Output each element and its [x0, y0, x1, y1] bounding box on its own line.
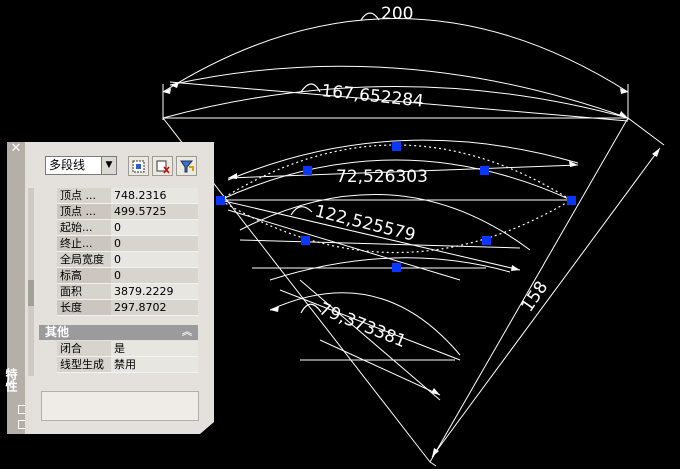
select-objects-button[interactable]: [152, 156, 173, 176]
property-row[interactable]: 标高 0: [57, 267, 198, 284]
grip-point[interactable]: [480, 166, 489, 175]
chevron-down-icon: ▼: [101, 157, 116, 174]
dim-text-aligned: 158: [518, 278, 553, 316]
object-type-dropdown[interactable]: 多段线 ▼: [45, 156, 117, 175]
property-row[interactable]: 顶点 ... 748.2316: [57, 188, 198, 204]
property-row[interactable]: 全局宽度 0: [57, 251, 198, 268]
misc-properties-table: 闭合是 线型生成 禁用: [57, 341, 198, 373]
grip-midpoint[interactable]: [392, 142, 401, 151]
grip-point[interactable]: [303, 166, 312, 175]
collapse-chevron-icon: ︽: [182, 327, 192, 338]
grip-vertex[interactable]: [216, 196, 225, 205]
quick-select-button[interactable]: [128, 156, 149, 176]
grip-point[interactable]: [482, 236, 491, 245]
dim-text-arc-top: 200: [381, 4, 413, 24]
geometry-properties-table: 顶点 ... 748.2316 顶点 ... 499.5725 起始... 0 终止.…: [57, 188, 198, 316]
grip-vertex[interactable]: [567, 196, 576, 205]
property-row[interactable]: 起始... 0: [57, 219, 198, 236]
object-type-value: 多段线: [49, 158, 86, 172]
property-row[interactable]: 终止... 0: [57, 235, 198, 252]
grip-midpoint[interactable]: [392, 263, 401, 272]
dim-line-158: [431, 147, 661, 458]
dim-arc-200: [162, 18, 629, 93]
property-row[interactable]: 顶点 ... 499.5725: [57, 203, 198, 220]
section-header-misc[interactable]: 其他 ︽: [39, 325, 198, 340]
property-row[interactable]: 面积 3879.2229: [57, 283, 198, 300]
description-box: [41, 391, 199, 421]
dim-text-arc-lower-left: 122,525579: [313, 201, 418, 245]
grip-point[interactable]: [301, 236, 310, 245]
palette-title: 特性: [4, 368, 18, 392]
property-row[interactable]: 线型生成 禁用: [57, 356, 198, 373]
dim-text-arc-middle: 72,526303: [336, 167, 428, 187]
select-objects-icon: [156, 160, 170, 174]
property-row[interactable]: 长度 297.8702: [57, 299, 198, 316]
close-icon[interactable]: ✕: [9, 142, 23, 156]
quick-select-icon: [132, 160, 145, 173]
property-row[interactable]: 闭合是: [57, 341, 198, 357]
toggle-pickadd-button[interactable]: [176, 156, 197, 176]
dim-text-arc-upper: 167,652284: [320, 81, 424, 112]
toggle-pickadd-icon: [180, 160, 194, 173]
palette-scrollbar[interactable]: [28, 188, 34, 376]
